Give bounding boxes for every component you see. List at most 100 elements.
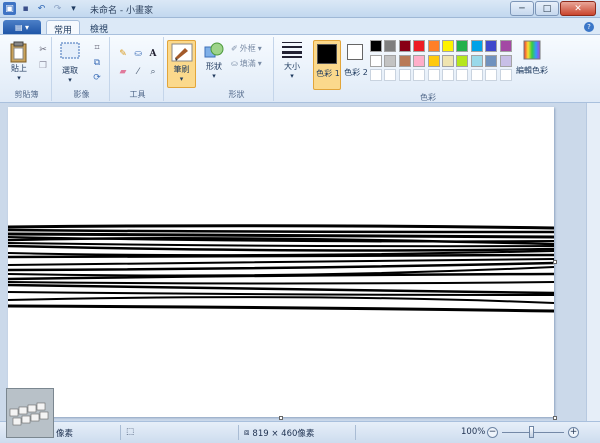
text-icon[interactable]: A bbox=[146, 47, 160, 61]
shapes-icon bbox=[204, 42, 224, 58]
tab-home[interactable]: 常用 bbox=[46, 20, 81, 36]
cut-icon[interactable]: ✂ bbox=[36, 43, 50, 57]
palette-swatch[interactable] bbox=[427, 69, 440, 81]
line-width-icon bbox=[282, 42, 302, 58]
selection-size: ⬚ bbox=[126, 427, 134, 437]
shapes-group: 形狀 ▾ ✐ 外框 ▾ ⛀ 填滿 ▾ 形狀 bbox=[200, 37, 274, 101]
quick-access-toolbar: ▣ ▪ ↶ ↷ ▾ bbox=[3, 2, 80, 15]
brush-strokes bbox=[8, 224, 554, 313]
palette-swatch[interactable] bbox=[499, 69, 512, 81]
palette-swatch[interactable] bbox=[398, 40, 411, 52]
palette-swatch[interactable] bbox=[442, 40, 454, 52]
palette-swatch[interactable] bbox=[413, 54, 426, 67]
zoom-slider-thumb[interactable] bbox=[529, 426, 534, 438]
palette-swatch[interactable] bbox=[384, 69, 397, 81]
save-icon[interactable]: ▪ bbox=[19, 2, 32, 15]
palette-swatch[interactable] bbox=[442, 69, 454, 81]
rotate-icon[interactable]: ⟳ bbox=[90, 71, 104, 85]
color2-swatch bbox=[347, 44, 363, 60]
fill-button[interactable]: ⛀ 填滿 ▾ bbox=[231, 58, 262, 69]
customize-qat-icon[interactable]: ▾ bbox=[67, 2, 80, 15]
edit-colors-label: 編輯色彩 bbox=[516, 66, 548, 75]
taskbar-thumbnail bbox=[6, 388, 54, 438]
image-size-icon: ⧈ bbox=[244, 428, 250, 438]
zoom-out-button[interactable]: − bbox=[487, 427, 498, 438]
drawing-canvas[interactable] bbox=[8, 107, 557, 420]
palette-swatch[interactable] bbox=[370, 54, 382, 67]
tools-group: ✎ ⛀ A ▰ ⁄ ⌕ 工具 bbox=[112, 37, 164, 101]
color1-button[interactable]: 色彩 1 bbox=[313, 40, 341, 90]
size-button[interactable]: 大小 ▾ bbox=[279, 40, 305, 88]
color2-label: 色彩 2 bbox=[344, 68, 368, 77]
vertical-scrollbar[interactable] bbox=[586, 103, 600, 421]
window-title: 未命名 - 小畫家 bbox=[90, 6, 153, 16]
palette-swatch[interactable] bbox=[485, 40, 498, 52]
palette-swatch[interactable] bbox=[370, 40, 382, 52]
select-icon bbox=[60, 42, 80, 59]
palette-swatch[interactable] bbox=[413, 40, 426, 52]
palette-swatch[interactable] bbox=[470, 69, 483, 81]
undo-icon[interactable]: ↶ bbox=[35, 2, 48, 15]
palette-swatch[interactable] bbox=[398, 54, 411, 67]
palette-swatch[interactable] bbox=[427, 40, 440, 52]
paste-button[interactable]: 貼上 ▾ bbox=[10, 41, 28, 82]
redo-icon[interactable]: ↷ bbox=[51, 2, 64, 15]
help-icon[interactable]: ? bbox=[584, 22, 594, 32]
outline-label: 外框 bbox=[239, 44, 256, 53]
zoom-in-button[interactable]: + bbox=[568, 427, 579, 438]
palette-swatch[interactable] bbox=[499, 40, 512, 52]
palette-swatch[interactable] bbox=[370, 69, 382, 81]
resize-handle-right[interactable] bbox=[553, 260, 557, 264]
tab-view[interactable]: 檢視 bbox=[83, 20, 115, 35]
selection-icon: ⬚ bbox=[126, 427, 135, 437]
select-button[interactable]: 選取 ▾ bbox=[60, 41, 80, 84]
paste-label: 貼上 bbox=[11, 64, 27, 73]
palette-swatch[interactable] bbox=[398, 69, 411, 81]
palette-swatch[interactable] bbox=[442, 54, 454, 67]
brush-icon bbox=[171, 43, 192, 62]
brushes-button[interactable]: 筆刷 ▾ bbox=[167, 40, 196, 88]
size-label: 大小 bbox=[284, 62, 300, 71]
resize-handle-corner[interactable] bbox=[553, 416, 557, 420]
ribbon-tab-bar: ▤ ▾ 常用 檢視 ? bbox=[0, 18, 600, 36]
edit-colors-button[interactable]: 編輯色彩 bbox=[514, 40, 550, 88]
pencil-icon[interactable]: ✎ bbox=[116, 47, 130, 61]
palette-swatch[interactable] bbox=[456, 54, 469, 67]
palette-swatch[interactable] bbox=[456, 40, 469, 52]
minimize-button[interactable]: ─ bbox=[510, 1, 534, 16]
crop-icon[interactable]: ⌗ bbox=[90, 41, 104, 55]
title-bar: ▣ ▪ ↶ ↷ ▾ 未命名 - 小畫家 ─ □ ✕ bbox=[0, 0, 600, 18]
eraser-icon[interactable]: ▰ bbox=[116, 65, 130, 79]
palette-swatch[interactable] bbox=[427, 54, 440, 67]
close-button[interactable]: ✕ bbox=[560, 1, 596, 16]
fill-bucket-icon[interactable]: ⛀ bbox=[131, 47, 145, 61]
copy-icon[interactable]: ❐ bbox=[36, 59, 50, 73]
color1-swatch bbox=[317, 44, 337, 64]
clipboard-group: 貼上 ▾ ✂ ❐ 剪貼簿 bbox=[2, 37, 52, 101]
cursor-position: 像素 bbox=[56, 427, 73, 439]
palette-swatch[interactable] bbox=[413, 69, 426, 81]
palette-swatch[interactable] bbox=[456, 69, 469, 81]
maximize-button[interactable]: □ bbox=[535, 1, 559, 16]
color2-button[interactable]: 色彩 2 bbox=[344, 40, 368, 90]
palette-swatch[interactable] bbox=[384, 54, 397, 67]
status-bar: 像素 ⬚ ⧈ 819 × 460像素 100% − + bbox=[0, 421, 600, 443]
fill-icon: ⛀ bbox=[231, 59, 238, 68]
palette-swatch[interactable] bbox=[384, 40, 397, 52]
image-group-label: 影像 bbox=[73, 90, 90, 99]
paint-app-icon[interactable]: ▣ bbox=[3, 2, 16, 15]
palette-swatch[interactable] bbox=[499, 54, 512, 67]
palette-swatch[interactable] bbox=[470, 54, 483, 67]
paint-menu-button[interactable]: ▤ ▾ bbox=[3, 20, 41, 34]
palette-swatch[interactable] bbox=[470, 40, 483, 52]
colors-group-label: 色彩 bbox=[420, 93, 436, 102]
palette-swatch[interactable] bbox=[485, 54, 498, 67]
outline-button[interactable]: ✐ 外框 ▾ bbox=[231, 43, 262, 54]
shapes-button[interactable]: 形狀 ▾ bbox=[204, 41, 224, 80]
color-picker-icon[interactable]: ⁄ bbox=[131, 65, 145, 79]
resize-handle-bottom[interactable] bbox=[279, 416, 283, 420]
resize-icon[interactable]: ⧉ bbox=[90, 56, 104, 70]
clipboard-group-label: 剪貼簿 bbox=[14, 90, 39, 99]
magnifier-icon[interactable]: ⌕ bbox=[146, 65, 160, 79]
palette-swatch[interactable] bbox=[485, 69, 498, 81]
